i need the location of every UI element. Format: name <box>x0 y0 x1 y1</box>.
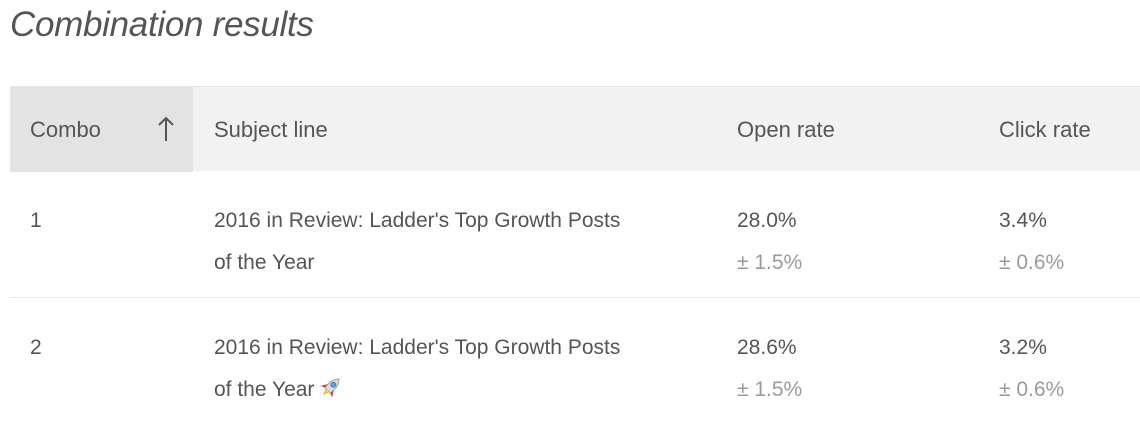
open-rate-header-label: Open rate <box>737 116 835 142</box>
subject-line-text: 2016 in Review: Ladder's Top Growth Post… <box>214 209 621 232</box>
table-row: 2 2016 in Review: Ladder's Top Growth Po… <box>10 297 1140 423</box>
open-rate-cell: 28.6% ± 1.5% <box>737 327 802 411</box>
subject-column-header[interactable]: Subject line <box>214 87 328 172</box>
combo-number: 1 <box>30 209 42 232</box>
subject-line: 2016 in Review: Ladder's Top Growth Post… <box>214 327 704 411</box>
combination-results-page: Combination results Combo Subject line O… <box>0 0 1140 423</box>
open-rate-value: 28.0% <box>737 209 797 232</box>
page-title: Combination results <box>10 5 314 44</box>
click-rate-cell: 3.2% ± 0.6% <box>999 327 1064 411</box>
click-rate-error: ± 0.6% <box>999 378 1065 401</box>
arrow-up-icon <box>158 116 174 141</box>
click-rate-error: ± 0.6% <box>999 251 1065 274</box>
click-rate-cell: 3.4% ± 0.6% <box>999 200 1064 284</box>
open-rate-cell: 28.0% ± 1.5% <box>737 200 802 284</box>
combo-header-label: Combo <box>30 116 101 142</box>
click-rate-column-header[interactable]: Click rate <box>999 87 1091 172</box>
click-rate-value: 3.4% <box>999 209 1047 232</box>
click-rate-value: 3.2% <box>999 336 1047 359</box>
table-header: Combo Subject line Open rate Click rate <box>10 86 1140 172</box>
results-table: Combo Subject line Open rate Click rate … <box>10 86 1140 423</box>
subject-line-text: of the Year <box>214 378 315 401</box>
open-rate-column-header[interactable]: Open rate <box>737 87 835 172</box>
subject-header-label: Subject line <box>214 116 328 142</box>
open-rate-error: ± 1.5% <box>737 251 803 274</box>
combo-column-header[interactable]: Combo <box>10 87 193 172</box>
rocket-icon <box>321 378 340 398</box>
subject-line-text: 2016 in Review: Ladder's Top Growth Post… <box>214 336 621 359</box>
open-rate-error: ± 1.5% <box>737 378 803 401</box>
combo-number: 2 <box>30 336 42 359</box>
subject-line: 2016 in Review: Ladder's Top Growth Post… <box>214 200 704 284</box>
subject-line-second: of the Year <box>214 369 704 411</box>
open-rate-value: 28.6% <box>737 336 797 359</box>
table-row: 1 2016 in Review: Ladder's Top Growth Po… <box>10 171 1140 297</box>
subject-line-text: of the Year <box>214 251 315 274</box>
click-rate-header-label: Click rate <box>999 116 1091 142</box>
